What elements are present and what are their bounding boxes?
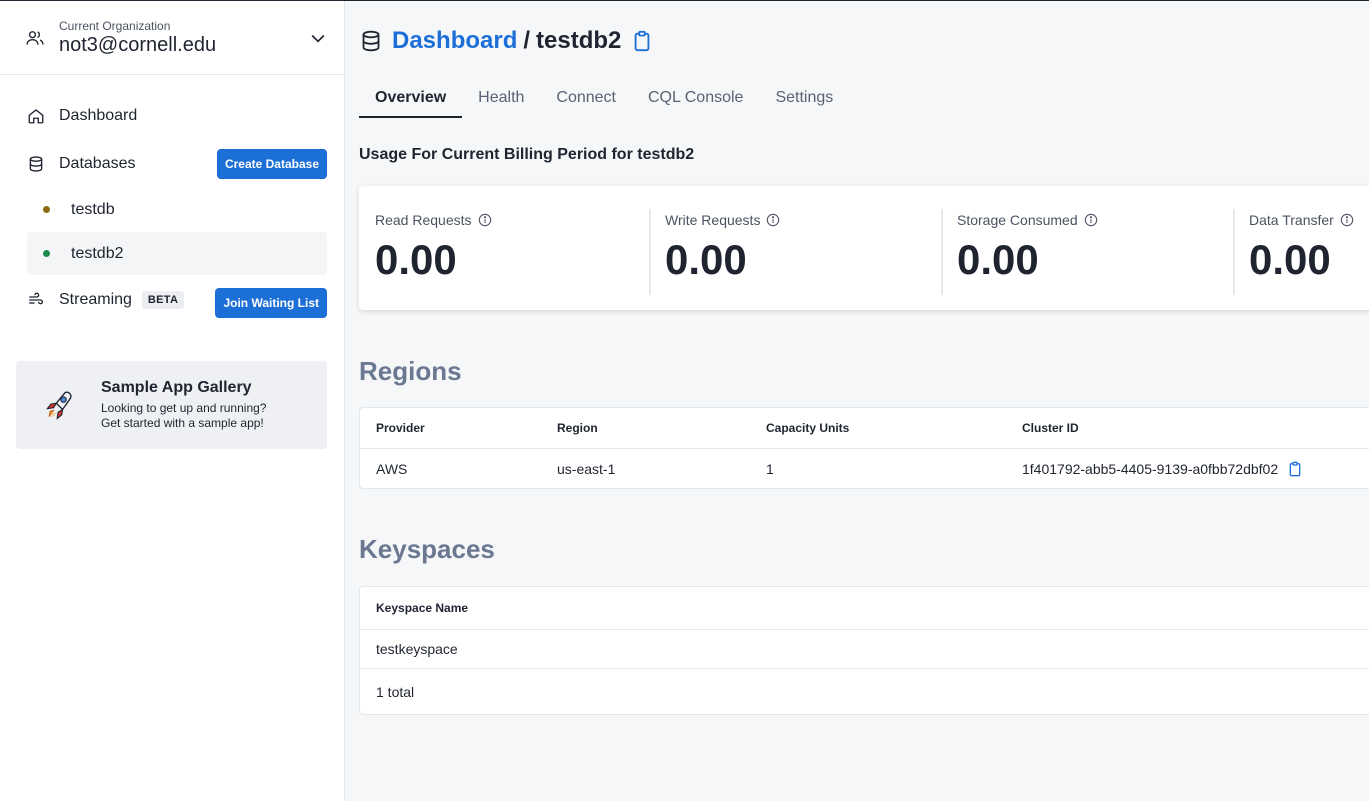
divider bbox=[1233, 209, 1235, 295]
metric-write-requests: Write Requests 0.00 bbox=[649, 186, 941, 310]
gallery-desc-2: Get started with a sample app! bbox=[101, 416, 264, 430]
table-header-row: Keyspace Name bbox=[360, 587, 1369, 630]
column-header: Provider bbox=[376, 421, 425, 435]
sidebar-item-dashboard[interactable]: Dashboard bbox=[27, 94, 327, 138]
database-icon bbox=[29, 156, 43, 172]
main-content: Dashboard / testdb2 Overview Health Conn… bbox=[345, 1, 1369, 801]
metric-storage-consumed: Storage Consumed 0.00 bbox=[941, 186, 1233, 310]
divider bbox=[941, 209, 943, 295]
cluster-id: 1f401792-abb5-4405-9139-a0fbb72dbf02 bbox=[1022, 460, 1279, 477]
cluster-id-cell: 1f401792-abb5-4405-9139-a0fbb72dbf02 bbox=[1022, 449, 1303, 488]
usage-title: Usage For Current Billing Period for tes… bbox=[359, 146, 695, 163]
metric-value: 0.00 bbox=[1249, 236, 1331, 283]
provider-cell: AWS bbox=[376, 460, 408, 477]
gallery-title: Sample App Gallery bbox=[101, 379, 252, 396]
column-header: Region bbox=[557, 421, 598, 435]
tab-connect[interactable]: Connect bbox=[540, 79, 632, 118]
usage-metrics-card: Read Requests 0.00 Write Requests 0.00 S… bbox=[359, 186, 1369, 310]
tab-health[interactable]: Health bbox=[462, 79, 540, 118]
total-count: 1 total bbox=[376, 683, 415, 700]
org-switcher[interactable]: Current Organization not3@cornell.edu bbox=[0, 1, 344, 75]
org-label: Current Organization bbox=[59, 18, 171, 33]
keyspace-name-cell: testkeyspace bbox=[376, 641, 458, 657]
metric-value: 0.00 bbox=[375, 236, 457, 283]
sidebar-item-databases[interactable]: Databases Create Database bbox=[27, 142, 327, 186]
people-icon bbox=[26, 30, 44, 45]
metric-label: Data Transfer bbox=[1249, 212, 1334, 228]
metric-value: 0.00 bbox=[665, 236, 747, 283]
breadcrumb-separator: / bbox=[523, 27, 531, 54]
keyspaces-title: Keyspaces bbox=[359, 534, 495, 564]
tab-bar: Overview Health Connect CQL Console Sett… bbox=[359, 79, 849, 119]
sidebar: Current Organization not3@cornell.edu Da… bbox=[0, 1, 345, 801]
sidebar-item-label: Databases bbox=[59, 155, 136, 172]
metric-read-requests: Read Requests 0.00 bbox=[359, 186, 651, 310]
home-icon bbox=[28, 109, 44, 124]
column-header: Capacity Units bbox=[766, 421, 850, 435]
sidebar-item-streaming[interactable]: Streaming BETA Join Waiting List bbox=[27, 278, 327, 322]
join-waiting-list-button[interactable]: Join Waiting List bbox=[215, 288, 327, 318]
chevron-down-icon[interactable] bbox=[308, 28, 328, 48]
column-header: Cluster ID bbox=[1022, 421, 1079, 435]
metric-label: Read Requests bbox=[375, 212, 472, 228]
column-header: Keyspace Name bbox=[376, 601, 469, 615]
metric-label: Storage Consumed bbox=[957, 212, 1078, 228]
sidebar-item-label: Dashboard bbox=[59, 107, 138, 124]
tab-settings[interactable]: Settings bbox=[759, 79, 849, 118]
table-row: AWS us-east-1 1 1f401792-abb5-4405-9139-… bbox=[360, 449, 1369, 488]
org-name: not3@cornell.edu bbox=[59, 33, 217, 56]
info-icon[interactable] bbox=[1084, 213, 1098, 227]
table-row: testkeyspace bbox=[360, 630, 1369, 669]
tab-cql-console[interactable]: CQL Console bbox=[632, 79, 759, 118]
info-icon[interactable] bbox=[1340, 213, 1354, 227]
sidebar-db-item[interactable]: testdb2 bbox=[27, 232, 327, 275]
metric-value: 0.00 bbox=[957, 236, 1039, 283]
sample-app-gallery-card[interactable]: Sample App Gallery Looking to get up and… bbox=[16, 361, 327, 449]
region-cell: us-east-1 bbox=[557, 460, 616, 477]
clipboard-icon[interactable] bbox=[631, 30, 653, 52]
breadcrumb: Dashboard / testdb2 bbox=[359, 25, 653, 57]
divider bbox=[649, 209, 651, 295]
gallery-desc-1: Looking to get up and running? bbox=[101, 401, 267, 415]
clipboard-icon[interactable] bbox=[1287, 461, 1303, 477]
info-icon[interactable] bbox=[766, 213, 780, 227]
streaming-icon bbox=[29, 292, 44, 305]
db-name: testdb2 bbox=[71, 244, 124, 262]
create-database-button[interactable]: Create Database bbox=[216, 149, 327, 179]
regions-title: Regions bbox=[359, 356, 462, 386]
db-name: testdb bbox=[71, 200, 115, 218]
keyspaces-table: Keyspace Name testkeyspace 1 total bbox=[359, 586, 1369, 715]
status-dot bbox=[43, 250, 50, 257]
database-icon bbox=[362, 30, 380, 52]
info-icon[interactable] bbox=[478, 213, 492, 227]
sidebar-item-label: Streaming bbox=[59, 291, 132, 308]
metric-data-transfer: Data Transfer 0.00 bbox=[1233, 186, 1369, 310]
table-footer: 1 total bbox=[360, 669, 1369, 714]
table-header-row: Provider Region Capacity Units Cluster I… bbox=[360, 408, 1369, 449]
status-dot bbox=[43, 206, 50, 213]
tab-overview[interactable]: Overview bbox=[359, 79, 463, 118]
capacity-units-cell: 1 bbox=[766, 460, 774, 477]
breadcrumb-dashboard-link[interactable]: Dashboard bbox=[392, 27, 517, 55]
rocket-icon bbox=[46, 391, 72, 420]
page-title: testdb2 bbox=[536, 27, 622, 54]
regions-table: Provider Region Capacity Units Cluster I… bbox=[359, 407, 1369, 489]
sidebar-db-item[interactable]: testdb bbox=[27, 188, 327, 231]
metric-label: Write Requests bbox=[665, 212, 761, 228]
beta-badge: BETA bbox=[141, 291, 185, 309]
